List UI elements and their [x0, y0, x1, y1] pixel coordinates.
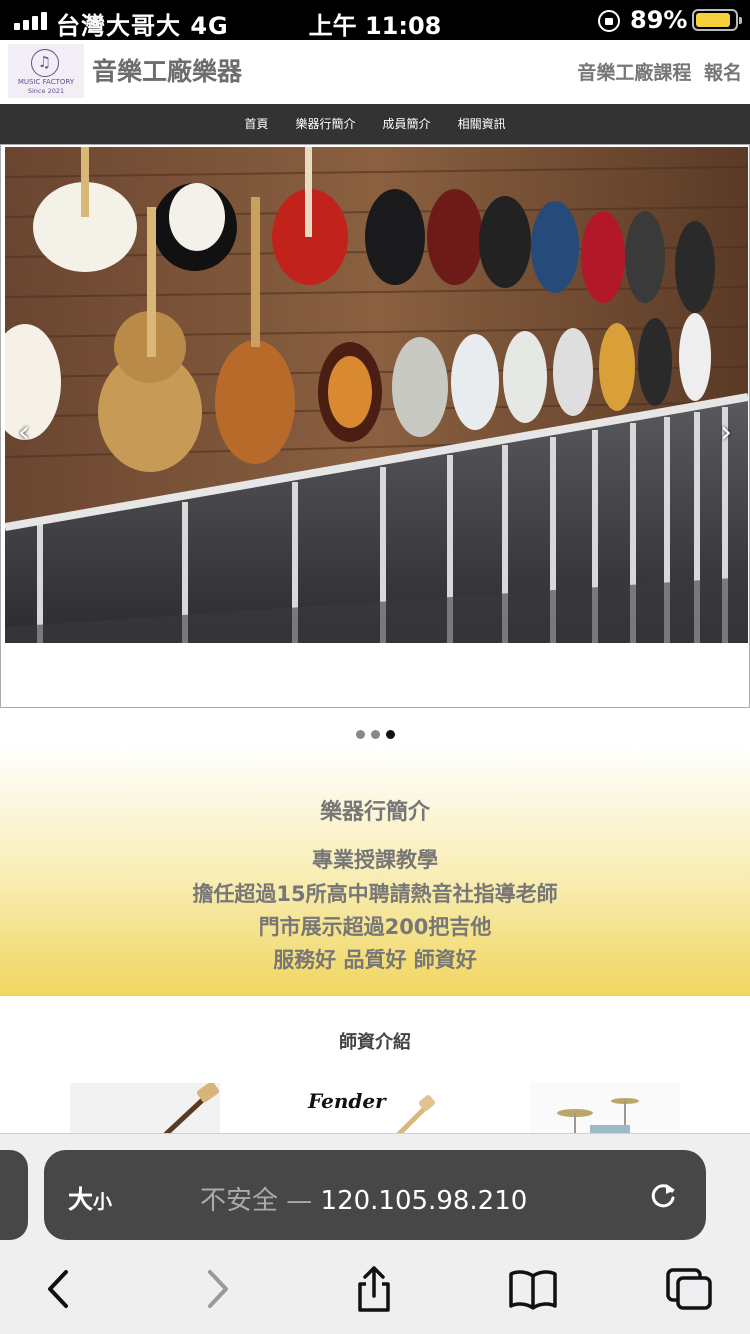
browser-bottom-bar: 大小 不安全 — 120.105.98.210 [0, 1133, 750, 1334]
text-size-big: 大 [68, 1185, 94, 1214]
intro-line: 專業授課教學 [312, 848, 438, 872]
back-icon[interactable] [36, 1266, 80, 1312]
register-link[interactable]: 報名 [704, 62, 742, 84]
carousel-prev-icon[interactable]: ‹ [11, 413, 37, 457]
logo-text: MUSIC FACTORY [17, 78, 75, 86]
nav-item-home[interactable]: 首頁 [244, 104, 268, 144]
rotation-lock-icon [598, 10, 620, 32]
previous-tab-peek[interactable] [0, 1150, 28, 1240]
teacher-photo[interactable]: Fender [300, 1083, 450, 1135]
image-carousel[interactable]: ‹ › [0, 144, 750, 708]
teachers-title: 師資介紹 [339, 1032, 411, 1053]
nav-item-store-intro[interactable]: 樂器行簡介 [295, 104, 355, 144]
music-factory-logo[interactable]: MUSIC FACTORY Since 2021 [8, 44, 84, 98]
battery-icon [692, 9, 742, 31]
reload-icon[interactable] [646, 1178, 680, 1212]
forward-icon[interactable] [196, 1266, 240, 1312]
store-intro-section: 樂器行簡介 專業授課教學 擔任超過15所高中聘請熱音社指導老師 門市展示超過20… [0, 746, 750, 996]
carousel-next-icon[interactable]: › [713, 413, 739, 457]
tabs-icon[interactable] [664, 1266, 714, 1312]
share-icon[interactable] [352, 1266, 396, 1312]
site-header: MUSIC FACTORY Since 2021 音樂工廠樂器 音樂工廠課程 報… [0, 40, 750, 104]
teacher-photo[interactable] [530, 1083, 680, 1135]
intro-title: 樂器行簡介 [319, 800, 430, 825]
not-secure-label: 不安全 — [200, 1186, 313, 1216]
nav-item-members[interactable]: 成員簡介 [383, 104, 431, 144]
address-bar[interactable]: 大小 不安全 — 120.105.98.210 [44, 1150, 706, 1240]
nav-item-related-info[interactable]: 相關資訊 [458, 104, 506, 144]
carousel-dot-2[interactable] [370, 730, 380, 739]
main-nav: 首頁 樂器行簡介 成員簡介 相關資訊 [0, 104, 750, 144]
teacher-photo[interactable] [70, 1083, 220, 1135]
text-size-button[interactable]: 大小 [68, 1180, 112, 1216]
site-title[interactable]: 音樂工廠樂器 [92, 52, 242, 88]
url-text[interactable]: 不安全 — 120.105.98.210 [200, 1180, 527, 1217]
text-size-small: 小 [93, 1191, 113, 1213]
logo-emblem-icon [31, 49, 59, 77]
guitar-wall-photo [5, 147, 748, 643]
url-value: 120.105.98.210 [320, 1186, 528, 1216]
carousel-dot-1[interactable] [355, 730, 365, 739]
intro-line: 擔任超過15所高中聘請熱音社指導老師 [192, 882, 558, 906]
courses-link[interactable]: 音樂工廠課程 [577, 62, 691, 84]
header-links: 音樂工廠課程 報名 [577, 58, 742, 85]
bookmarks-icon[interactable] [508, 1266, 558, 1312]
status-bar: 台灣大哥大 4G 上午 11:08 89% [0, 0, 750, 40]
logo-since: Since 2021 [27, 87, 65, 95]
intro-line: 服務好 品質好 師資好 [273, 948, 477, 972]
carousel-indicators [0, 724, 750, 739]
intro-line: 門市展示超過200把吉他 [258, 915, 492, 939]
carousel-dot-3[interactable] [385, 730, 395, 739]
battery-percent: 89% [630, 6, 688, 34]
